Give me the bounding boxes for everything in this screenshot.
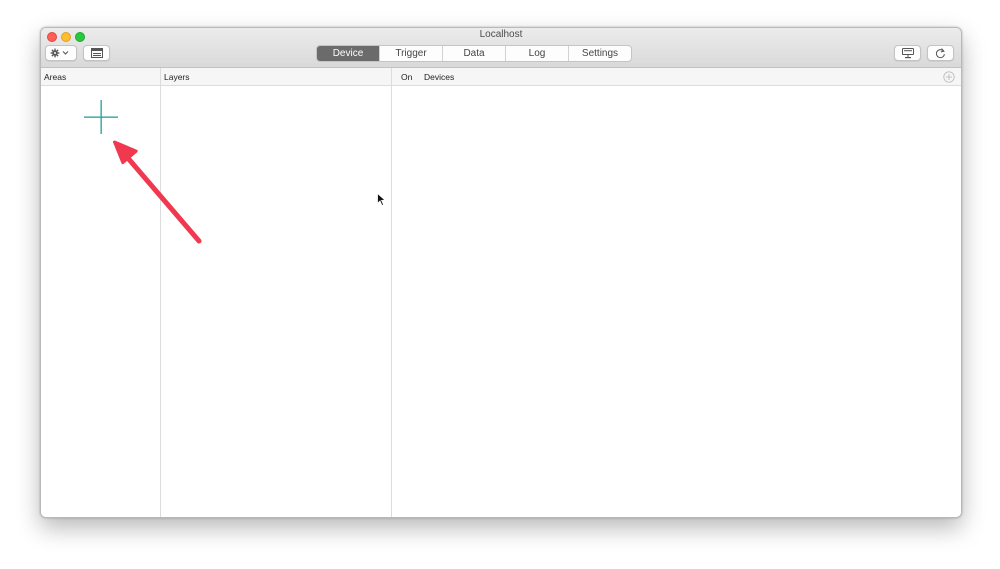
tab-trigger[interactable]: Trigger <box>379 46 442 61</box>
areas-pane[interactable] <box>41 86 160 517</box>
panel-toggle-icon <box>90 48 103 58</box>
window-title: Localhost <box>479 29 523 40</box>
main-tab-bar: Device Trigger Data Log Settings <box>316 45 632 62</box>
gear-icon <box>50 48 69 58</box>
toggle-panel-button[interactable] <box>83 45 110 61</box>
add-area-plus-icon[interactable] <box>84 100 118 134</box>
tab-device[interactable]: Device <box>317 46 379 61</box>
column-divider[interactable] <box>160 68 161 517</box>
tab-settings[interactable]: Settings <box>568 46 631 61</box>
refresh-icon <box>935 47 945 58</box>
devices-header-label: Devices <box>424 71 455 82</box>
add-circle-icon[interactable] <box>943 71 955 83</box>
areas-column-header[interactable]: Areas <box>41 68 160 86</box>
tab-log[interactable]: Log <box>505 46 568 61</box>
layers-header-label: Layers <box>164 71 190 82</box>
column-divider[interactable] <box>391 68 392 517</box>
devices-pane[interactable] <box>392 86 961 517</box>
app-window: Localhost Device Trigger Data Log Settin… <box>40 27 962 518</box>
devices-column-header[interactable]: Devices <box>421 68 961 86</box>
chevron-down-icon <box>62 51 69 55</box>
display-icon <box>901 47 914 58</box>
tab-data[interactable]: Data <box>442 46 505 61</box>
display-button[interactable] <box>894 45 921 61</box>
refresh-button[interactable] <box>927 45 954 61</box>
areas-header-label: Areas <box>44 71 67 82</box>
on-header-label: On <box>401 71 413 82</box>
layers-column-header[interactable]: Layers <box>161 68 391 86</box>
on-column-header[interactable]: On <box>392 68 421 86</box>
layers-pane[interactable] <box>161 86 391 517</box>
action-menu-button[interactable] <box>45 45 77 61</box>
toolbar: Localhost Device Trigger Data Log Settin… <box>41 28 961 68</box>
